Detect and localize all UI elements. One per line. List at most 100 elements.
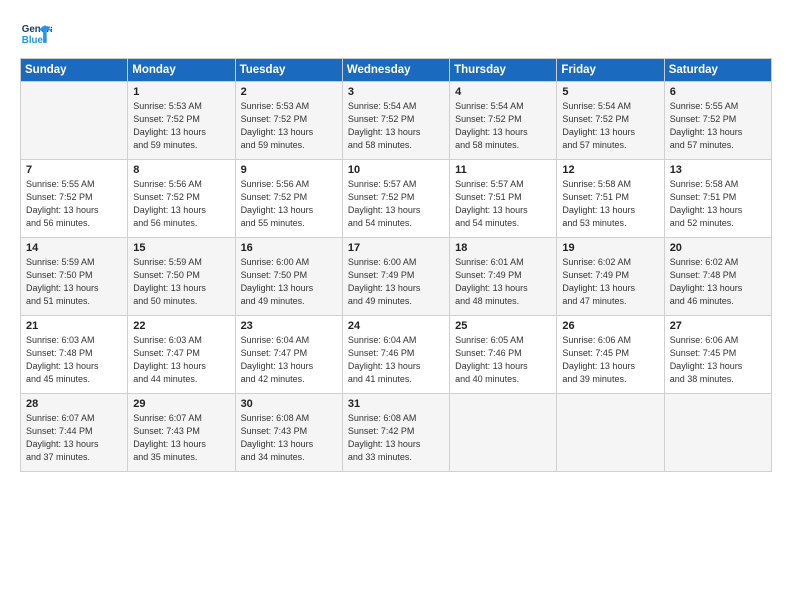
day-number: 4 (455, 86, 551, 98)
calendar-cell: 4 Sunrise: 5:54 AM Sunset: 7:52 PM Daylig… (450, 82, 557, 160)
cell-content: Sunrise: 6:02 AM Sunset: 7:49 PM Dayligh… (562, 256, 658, 308)
calendar-week-row: 21Sunrise: 6:03 AM Sunset: 7:48 PM Dayli… (21, 316, 772, 394)
cell-content: Sunrise: 5:55 AM Sunset: 7:52 PM Dayligh… (26, 178, 122, 230)
cell-content: Sunrise: 5:57 AM Sunset: 7:51 PM Dayligh… (455, 178, 551, 230)
calendar-cell (21, 82, 128, 160)
day-number: 7 (26, 164, 122, 176)
cell-content: Sunrise: 5:59 AM Sunset: 7:50 PM Dayligh… (133, 256, 229, 308)
day-number: 12 (562, 164, 658, 176)
calendar-cell: 23Sunrise: 6:04 AM Sunset: 7:47 PM Dayli… (235, 316, 342, 394)
column-header-tuesday: Tuesday (235, 59, 342, 82)
calendar-cell: 29Sunrise: 6:07 AM Sunset: 7:43 PM Dayli… (128, 394, 235, 472)
calendar-cell: 30 Sunrise: 6:08 AM Sunset: 7:43 PM Dayli… (235, 394, 342, 472)
cell-content: Sunrise: 5:57 AM Sunset: 7:52 PM Dayligh… (348, 178, 444, 230)
cell-content: Sunrise: 6:04 AM Sunset: 7:46 PM Dayligh… (348, 334, 444, 386)
calendar-cell: 7 Sunrise: 5:55 AM Sunset: 7:52 PM Daylig… (21, 160, 128, 238)
day-number: 24 (348, 320, 444, 332)
day-number: 30 (241, 398, 337, 410)
svg-text:Blue: Blue (22, 35, 44, 46)
calendar-cell: 25Sunrise: 6:05 AM Sunset: 7:46 PM Dayli… (450, 316, 557, 394)
cell-content: Sunrise: 6:02 AM Sunset: 7:48 PM Dayligh… (670, 256, 766, 308)
cell-content: Sunrise: 6:07 AM Sunset: 7:44 PM Dayligh… (26, 412, 122, 464)
column-header-thursday: Thursday (450, 59, 557, 82)
cell-content: Sunrise: 6:01 AM Sunset: 7:49 PM Dayligh… (455, 256, 551, 308)
calendar-cell: 18 Sunrise: 6:01 AM Sunset: 7:49 PM Dayli… (450, 238, 557, 316)
calendar-cell: 15Sunrise: 5:59 AM Sunset: 7:50 PM Dayli… (128, 238, 235, 316)
calendar-cell (450, 394, 557, 472)
day-number: 13 (670, 164, 766, 176)
calendar-week-row: 1 Sunrise: 5:53 AM Sunset: 7:52 PM Daylig… (21, 82, 772, 160)
calendar-cell: 13Sunrise: 5:58 AM Sunset: 7:51 PM Dayli… (664, 160, 771, 238)
cell-content: Sunrise: 5:59 AM Sunset: 7:50 PM Dayligh… (26, 256, 122, 308)
day-number: 28 (26, 398, 122, 410)
cell-content: Sunrise: 5:54 AM Sunset: 7:52 PM Dayligh… (348, 100, 444, 152)
column-header-monday: Monday (128, 59, 235, 82)
day-number: 18 (455, 242, 551, 254)
calendar-cell: 8 Sunrise: 5:56 AM Sunset: 7:52 PM Daylig… (128, 160, 235, 238)
day-number: 20 (670, 242, 766, 254)
cell-content: Sunrise: 6:08 AM Sunset: 7:43 PM Dayligh… (241, 412, 337, 464)
day-number: 21 (26, 320, 122, 332)
day-number: 9 (241, 164, 337, 176)
calendar-cell: 12 Sunrise: 5:58 AM Sunset: 7:51 PM Dayli… (557, 160, 664, 238)
page-container: General Blue SundayMondayTuesdayWednesda… (0, 0, 792, 482)
cell-content: Sunrise: 6:00 AM Sunset: 7:50 PM Dayligh… (241, 256, 337, 308)
cell-content: Sunrise: 6:03 AM Sunset: 7:47 PM Dayligh… (133, 334, 229, 386)
day-number: 2 (241, 86, 337, 98)
cell-content: Sunrise: 5:56 AM Sunset: 7:52 PM Dayligh… (133, 178, 229, 230)
cell-content: Sunrise: 6:08 AM Sunset: 7:42 PM Dayligh… (348, 412, 444, 464)
day-number: 27 (670, 320, 766, 332)
cell-content: Sunrise: 6:00 AM Sunset: 7:49 PM Dayligh… (348, 256, 444, 308)
day-number: 11 (455, 164, 551, 176)
calendar-cell: 5 Sunrise: 5:54 AM Sunset: 7:52 PM Daylig… (557, 82, 664, 160)
logo: General Blue (20, 18, 52, 50)
day-number: 1 (133, 86, 229, 98)
cell-content: Sunrise: 6:06 AM Sunset: 7:45 PM Dayligh… (562, 334, 658, 386)
day-number: 19 (562, 242, 658, 254)
calendar-cell: 19 Sunrise: 6:02 AM Sunset: 7:49 PM Dayli… (557, 238, 664, 316)
day-number: 10 (348, 164, 444, 176)
cell-content: Sunrise: 5:58 AM Sunset: 7:51 PM Dayligh… (562, 178, 658, 230)
calendar-cell: 11 Sunrise: 5:57 AM Sunset: 7:51 PM Dayli… (450, 160, 557, 238)
calendar-cell: 26 Sunrise: 6:06 AM Sunset: 7:45 PM Dayli… (557, 316, 664, 394)
calendar-week-row: 28 Sunrise: 6:07 AM Sunset: 7:44 PM Dayli… (21, 394, 772, 472)
cell-content: Sunrise: 5:53 AM Sunset: 7:52 PM Dayligh… (133, 100, 229, 152)
cell-content: Sunrise: 5:53 AM Sunset: 7:52 PM Dayligh… (241, 100, 337, 152)
logo-icon: General Blue (20, 18, 52, 50)
day-number: 3 (348, 86, 444, 98)
day-number: 5 (562, 86, 658, 98)
day-number: 14 (26, 242, 122, 254)
calendar-cell: 24 Sunrise: 6:04 AM Sunset: 7:46 PM Dayli… (342, 316, 449, 394)
cell-content: Sunrise: 6:04 AM Sunset: 7:47 PM Dayligh… (241, 334, 337, 386)
cell-content: Sunrise: 5:54 AM Sunset: 7:52 PM Dayligh… (455, 100, 551, 152)
calendar-cell: 10 Sunrise: 5:57 AM Sunset: 7:52 PM Dayli… (342, 160, 449, 238)
calendar-cell: 16Sunrise: 6:00 AM Sunset: 7:50 PM Dayli… (235, 238, 342, 316)
calendar-cell (557, 394, 664, 472)
column-header-sunday: Sunday (21, 59, 128, 82)
cell-content: Sunrise: 6:06 AM Sunset: 7:45 PM Dayligh… (670, 334, 766, 386)
calendar-cell: 6Sunrise: 5:55 AM Sunset: 7:52 PM Daylig… (664, 82, 771, 160)
day-number: 26 (562, 320, 658, 332)
calendar-cell: 2 Sunrise: 5:53 AM Sunset: 7:52 PM Daylig… (235, 82, 342, 160)
cell-content: Sunrise: 5:56 AM Sunset: 7:52 PM Dayligh… (241, 178, 337, 230)
cell-content: Sunrise: 5:54 AM Sunset: 7:52 PM Dayligh… (562, 100, 658, 152)
calendar-cell: 27 Sunrise: 6:06 AM Sunset: 7:45 PM Dayli… (664, 316, 771, 394)
calendar-cell: 21Sunrise: 6:03 AM Sunset: 7:48 PM Dayli… (21, 316, 128, 394)
column-header-friday: Friday (557, 59, 664, 82)
day-number: 22 (133, 320, 229, 332)
day-number: 29 (133, 398, 229, 410)
calendar-cell: 14 Sunrise: 5:59 AM Sunset: 7:50 PM Dayli… (21, 238, 128, 316)
calendar-cell: 17Sunrise: 6:00 AM Sunset: 7:49 PM Dayli… (342, 238, 449, 316)
calendar-cell: 28 Sunrise: 6:07 AM Sunset: 7:44 PM Dayli… (21, 394, 128, 472)
day-number: 8 (133, 164, 229, 176)
calendar-week-row: 7 Sunrise: 5:55 AM Sunset: 7:52 PM Daylig… (21, 160, 772, 238)
column-header-wednesday: Wednesday (342, 59, 449, 82)
calendar-table: SundayMondayTuesdayWednesdayThursdayFrid… (20, 58, 772, 472)
calendar-cell: 9 Sunrise: 5:56 AM Sunset: 7:52 PM Daylig… (235, 160, 342, 238)
calendar-cell: 22 Sunrise: 6:03 AM Sunset: 7:47 PM Dayli… (128, 316, 235, 394)
day-number: 6 (670, 86, 766, 98)
day-number: 31 (348, 398, 444, 410)
calendar-cell: 3 Sunrise: 5:54 AM Sunset: 7:52 PM Daylig… (342, 82, 449, 160)
cell-content: Sunrise: 6:05 AM Sunset: 7:46 PM Dayligh… (455, 334, 551, 386)
header: General Blue (20, 18, 772, 50)
